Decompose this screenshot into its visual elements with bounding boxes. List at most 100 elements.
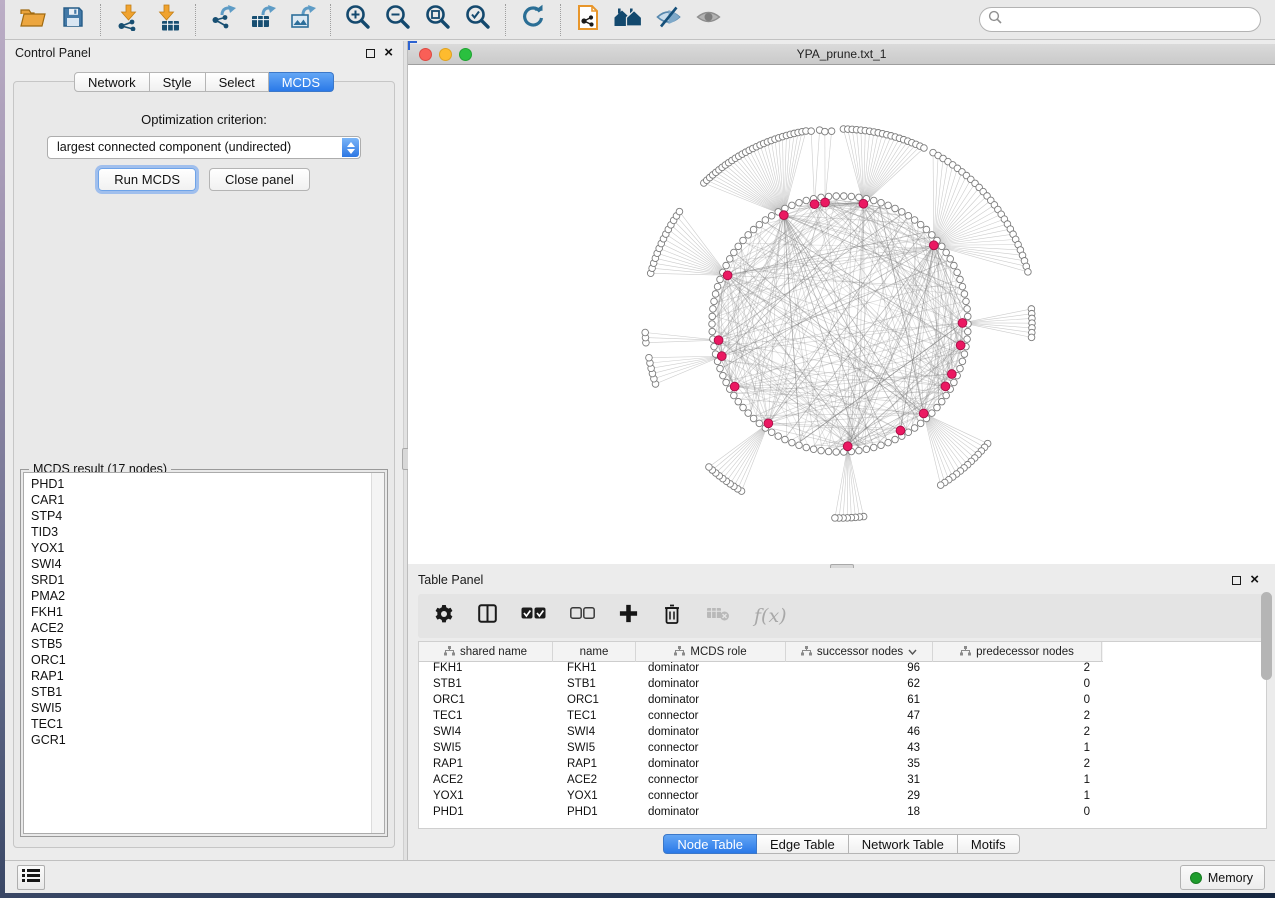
tab-network-table[interactable]: Network Table [849,834,958,854]
column-header-successor-nodes[interactable]: successor nodes [786,642,933,662]
column-header-MCDS-role[interactable]: MCDS role [636,642,786,662]
hierarchy-icon [960,646,971,659]
table-toolbar: f(x) [418,594,1267,638]
tab-style[interactable]: Style [150,72,206,92]
open-file-button[interactable] [13,3,53,37]
close-panel-button[interactable]: Close panel [209,168,310,191]
export-network-button[interactable] [203,3,243,37]
table-row-ORC1[interactable]: ORC1ORC1dominator610 [419,694,1266,710]
tab-network[interactable]: Network [74,72,150,92]
hide-panel-button[interactable] [648,3,688,37]
column-header-predecessor-nodes[interactable]: predecessor nodes [933,642,1102,662]
mcds-result-item[interactable]: GCR1 [31,732,384,748]
mcds-result-item[interactable]: TID3 [31,524,384,540]
float-panel-icon[interactable] [366,49,375,58]
table-row-SWI4[interactable]: SWI4SWI4dominator462 [419,726,1266,742]
cell: 0 [933,694,1102,710]
cell: SWI5 [553,742,636,758]
return-home-button[interactable] [608,3,648,37]
cell: 29 [786,790,933,806]
cell: 35 [786,758,933,774]
tab-edge-table[interactable]: Edge Table [757,834,849,854]
maximize-traffic-light[interactable] [459,48,472,61]
table-row-TEC1[interactable]: TEC1TEC1connector472 [419,710,1266,726]
table-row-SWI5[interactable]: SWI5SWI5connector431 [419,742,1266,758]
table-row-STB1[interactable]: STB1STB1dominator620 [419,678,1266,694]
minimize-traffic-light[interactable] [439,48,452,61]
zoom-in-button[interactable] [338,3,378,37]
mcds-result-item[interactable]: TEC1 [31,716,384,732]
table-row-RAP1[interactable]: RAP1RAP1dominator352 [419,758,1266,774]
deselect-all-rows-icon[interactable] [570,607,595,625]
memory-button[interactable]: Memory [1180,865,1265,890]
cell: YOX1 [553,790,636,806]
close-panel-icon[interactable]: × [1250,575,1259,585]
cell: 31 [786,774,933,790]
export-image-button[interactable] [283,3,323,37]
table-row-PHD1[interactable]: PHD1PHD1dominator180 [419,806,1266,822]
mcds-result-item[interactable]: STB1 [31,684,384,700]
cell: dominator [636,662,786,678]
export-table-button[interactable] [243,3,283,37]
result-list-scrollbar[interactable] [371,473,384,833]
mcds-result-list[interactable]: PHD1CAR1STP4TID3YOX1SWI4SRD1PMA2FKH1ACE2… [23,472,385,834]
cell: 18 [786,806,933,822]
table-scrollbar[interactable] [1261,592,1272,752]
show-panel-button[interactable] [688,3,728,37]
import-table-button[interactable] [148,3,188,37]
mcds-result-item[interactable]: PMA2 [31,588,384,604]
mcds-result-item[interactable]: CAR1 [31,492,384,508]
optimization-criterion-select[interactable]: largest connected component (undirected) [47,136,361,159]
task-history-button[interactable] [17,865,45,890]
mcds-result-item[interactable]: STP4 [31,508,384,524]
mcds-result-item[interactable]: YOX1 [31,540,384,556]
cell: TEC1 [419,710,553,726]
cell: 46 [786,726,933,742]
mcds-result-item[interactable]: ORC1 [31,652,384,668]
refresh-view-button[interactable] [513,3,553,37]
optimization-criterion-label: Optimization criterion: [14,112,394,127]
tab-select[interactable]: Select [206,72,269,92]
network-window-titlebar[interactable]: YPA_prune.txt_1 [408,44,1275,65]
table-settings-gear-icon[interactable] [434,604,454,629]
search-input[interactable] [1007,10,1260,30]
memory-label: Memory [1208,871,1253,885]
table-row-FKH1[interactable]: FKH1FKH1dominator962 [419,662,1266,678]
tab-mcds[interactable]: MCDS [269,72,334,92]
table-row-YOX1[interactable]: YOX1YOX1connector291 [419,790,1266,806]
table-row-ACE2[interactable]: ACE2ACE2connector311 [419,774,1266,790]
select-all-rows-icon[interactable] [521,607,546,625]
mcds-result-item[interactable]: RAP1 [31,668,384,684]
cell: STB1 [553,678,636,694]
column-header-shared-name[interactable]: shared name [419,642,553,662]
float-panel-icon[interactable] [1232,576,1241,585]
mcds-result-item[interactable]: SRD1 [31,572,384,588]
clone-network-button[interactable] [568,3,608,37]
close-panel-icon[interactable]: × [384,48,393,58]
scrollbar-thumb[interactable] [1261,592,1272,680]
mcds-result-item[interactable]: PHD1 [31,476,384,492]
mcds-result-item[interactable]: SWI4 [31,556,384,572]
zoom-selected-button[interactable] [458,3,498,37]
network-area: YPA_prune.txt_1 Table Panel × [408,41,1275,860]
column-header-name[interactable]: name [553,642,636,662]
import-network-button[interactable] [108,3,148,37]
close-traffic-light[interactable] [419,48,432,61]
cell: 2 [933,710,1102,726]
mcds-result-item[interactable]: SWI5 [31,700,384,716]
network-graph-canvas[interactable] [408,65,1274,564]
column-layout-icon[interactable] [478,604,497,628]
tab-node-table[interactable]: Node Table [663,834,757,854]
cell: RAP1 [553,758,636,774]
network-window: YPA_prune.txt_1 [408,44,1275,564]
add-column-icon[interactable] [619,604,638,628]
save-session-button[interactable] [53,3,93,37]
run-mcds-button[interactable]: Run MCDS [98,168,196,191]
mcds-result-item[interactable]: FKH1 [31,604,384,620]
tab-motifs[interactable]: Motifs [958,834,1020,854]
zoom-fit-button[interactable] [418,3,458,37]
mcds-result-item[interactable]: ACE2 [31,620,384,636]
delete-column-icon[interactable] [662,603,682,630]
mcds-result-item[interactable]: STB5 [31,636,384,652]
zoom-out-button[interactable] [378,3,418,37]
